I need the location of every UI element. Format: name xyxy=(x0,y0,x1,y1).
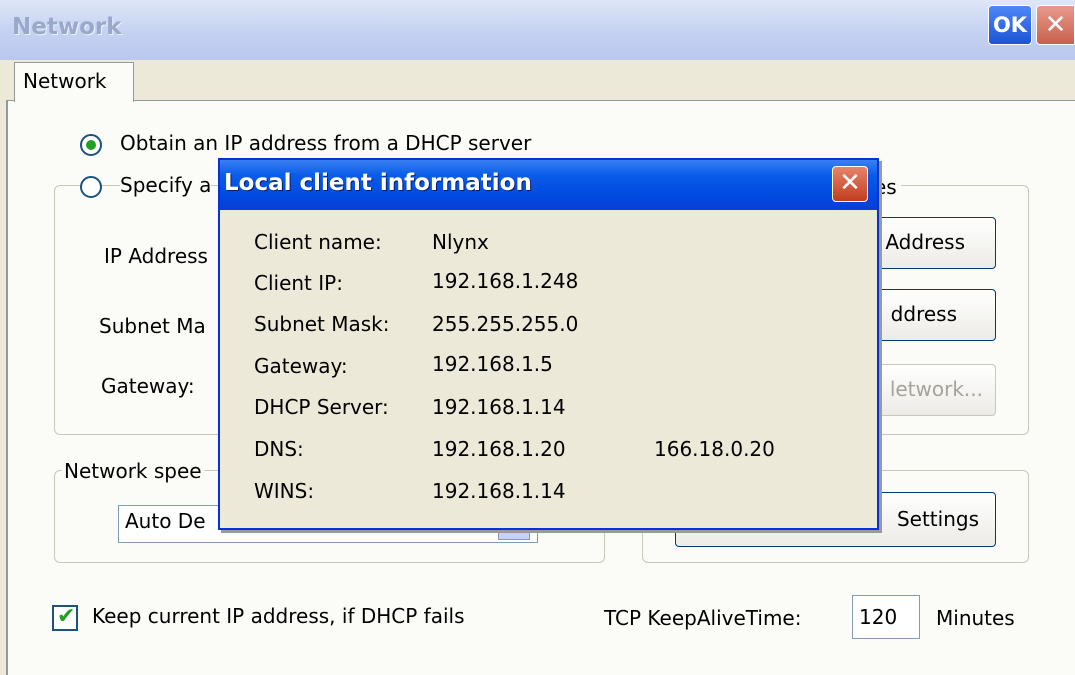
dns-label: DNS: xyxy=(254,437,304,461)
dhcp-radio-label: Obtain an IP address from a DHCP server xyxy=(120,131,532,155)
keep-ip-checkbox[interactable] xyxy=(52,604,78,631)
window-close-button[interactable]: ✕ xyxy=(1036,5,1075,45)
wins-label: WINS: xyxy=(254,479,315,503)
dhcp-server-value: 192.168.1.14 xyxy=(432,395,566,419)
dialog-close-button[interactable]: ✕ xyxy=(832,166,868,202)
keepalive-input[interactable]: 120 xyxy=(852,595,920,639)
window-title: Network xyxy=(12,14,122,40)
window-titlebar: Network OK ✕ xyxy=(0,0,1075,60)
subnet-mask-info-label: Subnet Mask: xyxy=(254,312,390,336)
keepalive-unit: Minutes xyxy=(936,606,1015,630)
specify-ip-radio-label: Specify a xyxy=(120,173,212,197)
dhcp-server-label: DHCP Server: xyxy=(254,395,389,419)
dialog-titlebar: Local client information ✕ xyxy=(220,160,877,210)
client-name-label: Client name: xyxy=(254,230,382,254)
network-speed-group-title: Network spee xyxy=(62,459,204,483)
wins-value: 192.168.1.14 xyxy=(432,479,566,503)
gateway-info-value: 192.168.1.5 xyxy=(432,352,553,376)
ip-address-label: IP Address xyxy=(104,244,208,268)
subnet-mask-label: Subnet Ma xyxy=(99,314,206,338)
client-name-value: Nlynx xyxy=(432,230,489,254)
client-info-dialog: Local client information ✕ Client name: … xyxy=(218,158,879,530)
keep-ip-label: Keep current IP address, if DHCP fails xyxy=(92,604,465,628)
dns-secondary-value: 166.18.0.20 xyxy=(654,437,775,461)
specify-ip-radio[interactable] xyxy=(80,176,102,198)
dhcp-radio[interactable] xyxy=(80,134,102,156)
ok-button[interactable]: OK xyxy=(988,5,1032,45)
subnet-mask-info-value: 255.255.255.0 xyxy=(432,312,579,336)
keepalive-label: TCP KeepAliveTime: xyxy=(604,606,802,630)
gateway-info-label: Gateway: xyxy=(254,354,348,378)
tab-network[interactable]: Network xyxy=(14,62,134,102)
client-ip-label: Client IP: xyxy=(254,271,343,295)
client-ip-value: 192.168.1.248 xyxy=(432,269,579,293)
network-speed-value: Auto De xyxy=(125,509,206,533)
dialog-title: Local client information xyxy=(224,170,532,196)
gateway-label: Gateway: xyxy=(101,374,195,398)
dns-primary-value: 192.168.1.20 xyxy=(432,437,566,461)
